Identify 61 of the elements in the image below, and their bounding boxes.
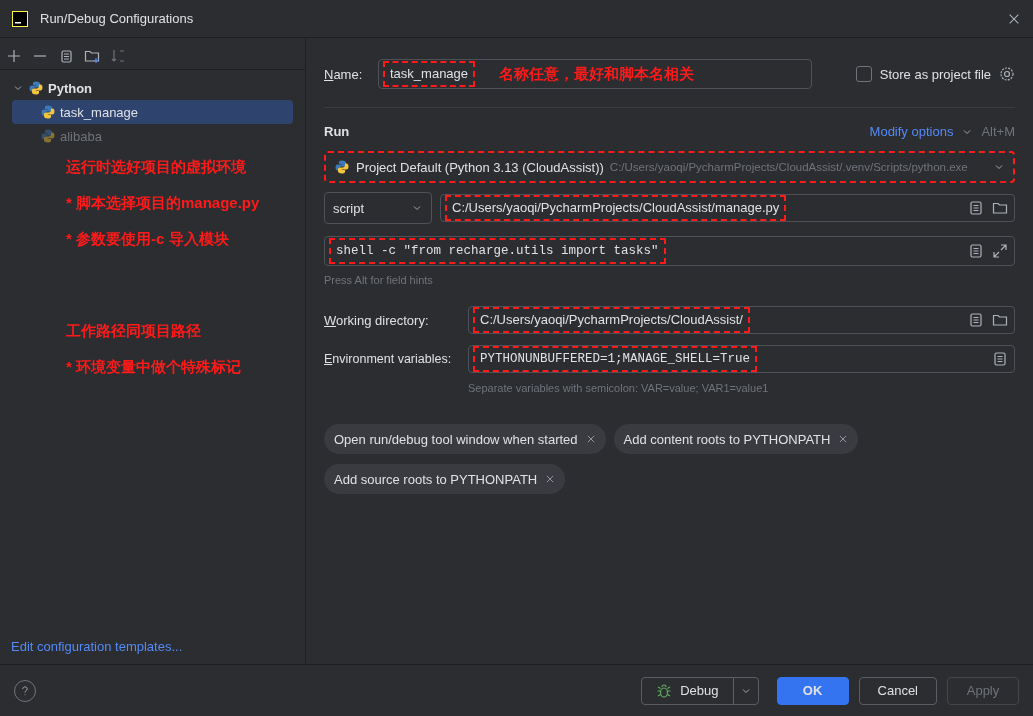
checkbox-label: Store as project file bbox=[879, 66, 991, 82]
annotation-note: 工作路径同项目路径 bbox=[66, 322, 202, 341]
python-icon bbox=[40, 128, 56, 144]
expand-icon[interactable] bbox=[992, 243, 1008, 259]
python-icon bbox=[28, 80, 44, 96]
copy-icon[interactable] bbox=[58, 47, 74, 64]
field-value: shell -c "from recharge.utils import tasks" bbox=[329, 238, 666, 264]
gear-icon[interactable] bbox=[999, 66, 1015, 82]
field-value: PYTHONUNBUFFERED=1;MANAGE_SHELL=True bbox=[473, 346, 758, 372]
annotation-note: * 脚本选择项目的manage.py bbox=[66, 194, 261, 213]
folder-icon bbox=[992, 200, 1008, 216]
hint-text: Press Alt for field hints bbox=[324, 274, 434, 286]
working-directory-field[interactable]: C:/Users/yaoqi/PycharmProjects/CloudAssist/ bbox=[468, 306, 1015, 334]
document-icon bbox=[992, 351, 1008, 367]
modify-options-link[interactable]: Modify options bbox=[869, 124, 954, 139]
annotation-note: * 参数要使用-c 导入模块 bbox=[66, 230, 230, 249]
python-icon bbox=[334, 159, 350, 175]
script-type-dropdown[interactable]: script bbox=[324, 192, 432, 224]
parameters-field[interactable]: shell -c "from recharge.utils import tasks" bbox=[324, 236, 1015, 266]
document-icon bbox=[968, 200, 984, 216]
tree-item[interactable]: task_manage bbox=[12, 100, 293, 124]
close-icon[interactable] bbox=[585, 434, 596, 444]
script-path-field[interactable]: C:/Users/yaoqi/PycharmProjects/CloudAssist/manage.py bbox=[440, 194, 1015, 222]
annotation-note: * 环境变量中做个特殊标记 bbox=[66, 358, 242, 377]
environment-variables-field[interactable]: PYTHONUNBUFFERED=1;MANAGE_SHELL=True bbox=[468, 345, 1015, 373]
interpreter-name: Project Default (Python 3.13 (CloudAssist)) bbox=[356, 159, 604, 175]
templates-link[interactable]: Edit configuration templates... bbox=[0, 639, 305, 664]
folder-icon bbox=[992, 312, 1008, 328]
bug-icon bbox=[656, 682, 673, 699]
working-directory-label: Working directory: bbox=[324, 312, 430, 328]
python-icon bbox=[40, 104, 56, 120]
close-icon[interactable] bbox=[545, 474, 556, 484]
option-chip[interactable]: Add source roots to PYTHONPATH bbox=[324, 464, 566, 494]
field-value: C:/Users/yaoqi/PycharmProjects/CloudAssist/ bbox=[473, 307, 750, 333]
annotation-note: 名称任意，最好和脚本名相关 bbox=[499, 64, 696, 84]
interpreter-path: C:/Users/yaoqi/PycharmProjects/CloudAssist/.venv/Scripts/python.exe bbox=[609, 161, 969, 173]
annotation-note: 运行时选好项目的虚拟环境 bbox=[66, 158, 247, 177]
debug-button[interactable]: Debug bbox=[642, 677, 734, 704]
hint-text: Separate variables with semicolon: VAR=value; VAR1=value1 bbox=[468, 382, 770, 394]
field-value: task_manage bbox=[383, 61, 476, 87]
document-icon bbox=[968, 243, 984, 259]
option-chip[interactable]: Add content roots to PYTHONPATH bbox=[613, 424, 859, 454]
document-icon bbox=[968, 312, 984, 328]
question-icon bbox=[19, 684, 31, 697]
interpreter-dropdown[interactable]: Project Default (Python 3.13 (CloudAssist)) C:/Users/yaoqi/PycharmProjects/CloudAssist/.venv/Scripts/python.exe bbox=[324, 151, 1015, 183]
cancel-button[interactable]: Cancel bbox=[858, 676, 937, 705]
window-title: Run/Debug Configurations bbox=[40, 11, 195, 26]
debug-split-button[interactable]: Debug bbox=[641, 676, 759, 705]
option-chip[interactable]: Open run/debug tool window when started bbox=[324, 424, 606, 454]
sort-icon[interactable] bbox=[110, 47, 126, 64]
name-field[interactable]: task_manage 名称任意，最好和脚本名相关 bbox=[378, 59, 812, 89]
add-icon[interactable] bbox=[6, 47, 22, 64]
close-icon[interactable] bbox=[838, 434, 849, 444]
app-logo-icon bbox=[12, 10, 28, 27]
section-title: Run bbox=[324, 124, 351, 139]
shortcut-hint: Alt+M bbox=[981, 124, 1015, 139]
tree-item[interactable]: Python bbox=[12, 76, 293, 100]
environment-variables-label: Environment variables: bbox=[324, 352, 453, 366]
checkbox[interactable] bbox=[855, 66, 872, 82]
name-label: Name: bbox=[324, 66, 364, 82]
field-value: C:/Users/yaoqi/PycharmProjects/CloudAssist/manage.py bbox=[445, 195, 787, 221]
